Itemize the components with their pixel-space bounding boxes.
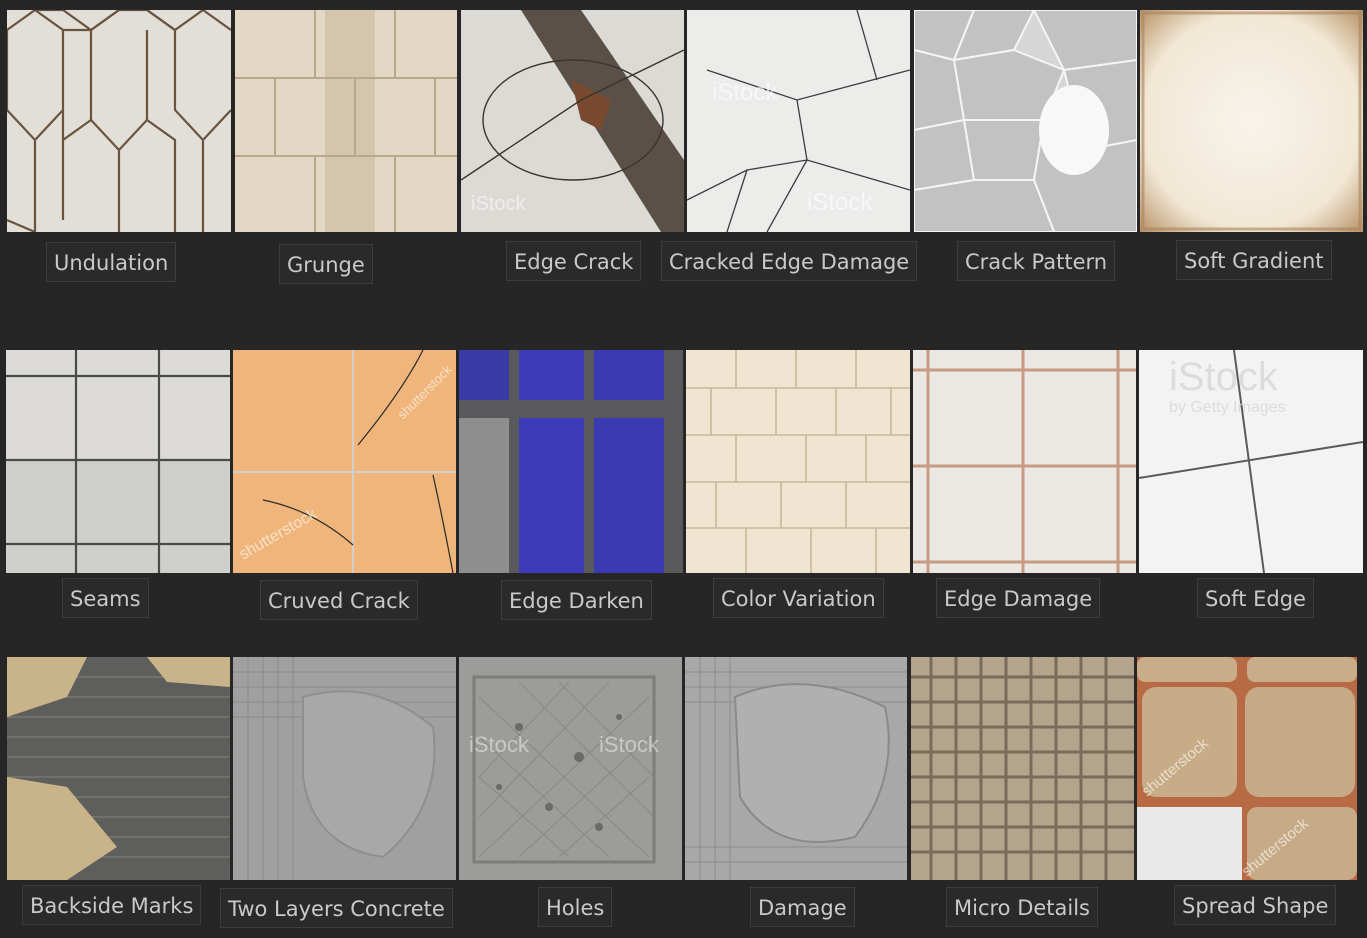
texture-damage-image[interactable]	[685, 657, 907, 880]
crack-pattern-pattern	[914, 10, 1137, 232]
texture-color-variation-image[interactable]	[686, 350, 910, 573]
label-micro-details: Micro Details	[946, 887, 1098, 927]
grunge-tile-pattern	[235, 10, 457, 232]
label-backside-marks: Backside Marks	[22, 885, 202, 925]
texture-cruved-crack-image[interactable]: shutterstock shutterstock	[233, 350, 456, 573]
soft-gradient-pattern	[1140, 10, 1363, 232]
texture-cracked-edge-damage-image[interactable]: iStock iStock	[687, 10, 910, 232]
svg-text:iStock: iStock	[1169, 355, 1279, 399]
texture-edge-darken-image[interactable]	[459, 350, 683, 573]
label-edge-damage: Edge Damage	[936, 578, 1101, 618]
texture-holes-image[interactable]: iStock iStock	[459, 657, 682, 880]
backside-marks-pattern	[7, 657, 230, 880]
texture-crack-pattern-image[interactable]	[914, 10, 1137, 232]
two-layers-concrete-pattern	[233, 657, 456, 880]
color-variation-pattern	[686, 350, 910, 573]
label-edge-darken: Edge Darken	[501, 580, 652, 620]
cracked-edge-damage-pattern: iStock iStock	[687, 10, 910, 232]
texture-spread-shape-image[interactable]: shutterstock shutterstock	[1137, 657, 1357, 880]
texture-grunge-image[interactable]	[235, 10, 457, 232]
edge-darken-pattern	[459, 350, 683, 573]
label-soft-edge: Soft Edge	[1197, 578, 1314, 618]
spread-shape-pattern: shutterstock shutterstock	[1137, 657, 1357, 880]
texture-seams-image[interactable]	[6, 350, 230, 573]
edge-crack-pattern: iStock	[461, 10, 684, 232]
svg-text:iStock: iStock	[469, 732, 530, 757]
texture-edge-crack-image[interactable]: iStock	[461, 10, 684, 232]
label-undulation: Undulation	[46, 242, 177, 282]
texture-micro-details-image[interactable]	[911, 657, 1134, 880]
label-seams: Seams	[62, 578, 149, 618]
cruved-crack-pattern: shutterstock shutterstock	[233, 350, 456, 573]
svg-text:iStock: iStock	[599, 732, 660, 757]
label-spread-shape: Spread Shape	[1174, 885, 1337, 925]
label-soft-gradient: Soft Gradient	[1176, 240, 1332, 280]
seams-tile-pattern	[6, 350, 230, 573]
damage-pattern	[685, 657, 907, 880]
texture-backside-marks-image[interactable]	[7, 657, 230, 880]
label-cracked-edge-damage: Cracked Edge Damage	[661, 241, 918, 281]
texture-two-layers-concrete-image[interactable]	[233, 657, 456, 880]
texture-soft-gradient-image[interactable]	[1140, 10, 1363, 232]
micro-details-pattern	[911, 657, 1134, 880]
label-two-layers-concrete: Two Layers Concrete	[220, 888, 453, 928]
label-cruved-crack: Cruved Crack	[260, 580, 418, 620]
texture-soft-edge-image[interactable]: iStock by Getty Images	[1139, 350, 1363, 573]
soft-edge-pattern: iStock by Getty Images	[1139, 350, 1363, 573]
svg-text:iStock: iStock	[471, 193, 526, 215]
svg-text:iStock: iStock	[712, 79, 778, 106]
label-damage: Damage	[750, 887, 855, 927]
texture-undulation-image[interactable]	[7, 10, 231, 232]
holes-pattern: iStock iStock	[459, 657, 682, 880]
edge-damage-pattern	[913, 350, 1136, 573]
svg-text:by Getty Images: by Getty Images	[1169, 399, 1286, 416]
label-color-variation: Color Variation	[713, 578, 884, 618]
undulation-tile-pattern	[7, 10, 231, 232]
label-edge-crack: Edge Crack	[506, 241, 642, 281]
texture-edge-damage-image[interactable]	[913, 350, 1136, 573]
svg-text:iStock: iStock	[807, 189, 873, 216]
label-crack-pattern: Crack Pattern	[957, 241, 1116, 281]
label-grunge: Grunge	[279, 244, 373, 284]
label-holes: Holes	[538, 887, 613, 927]
